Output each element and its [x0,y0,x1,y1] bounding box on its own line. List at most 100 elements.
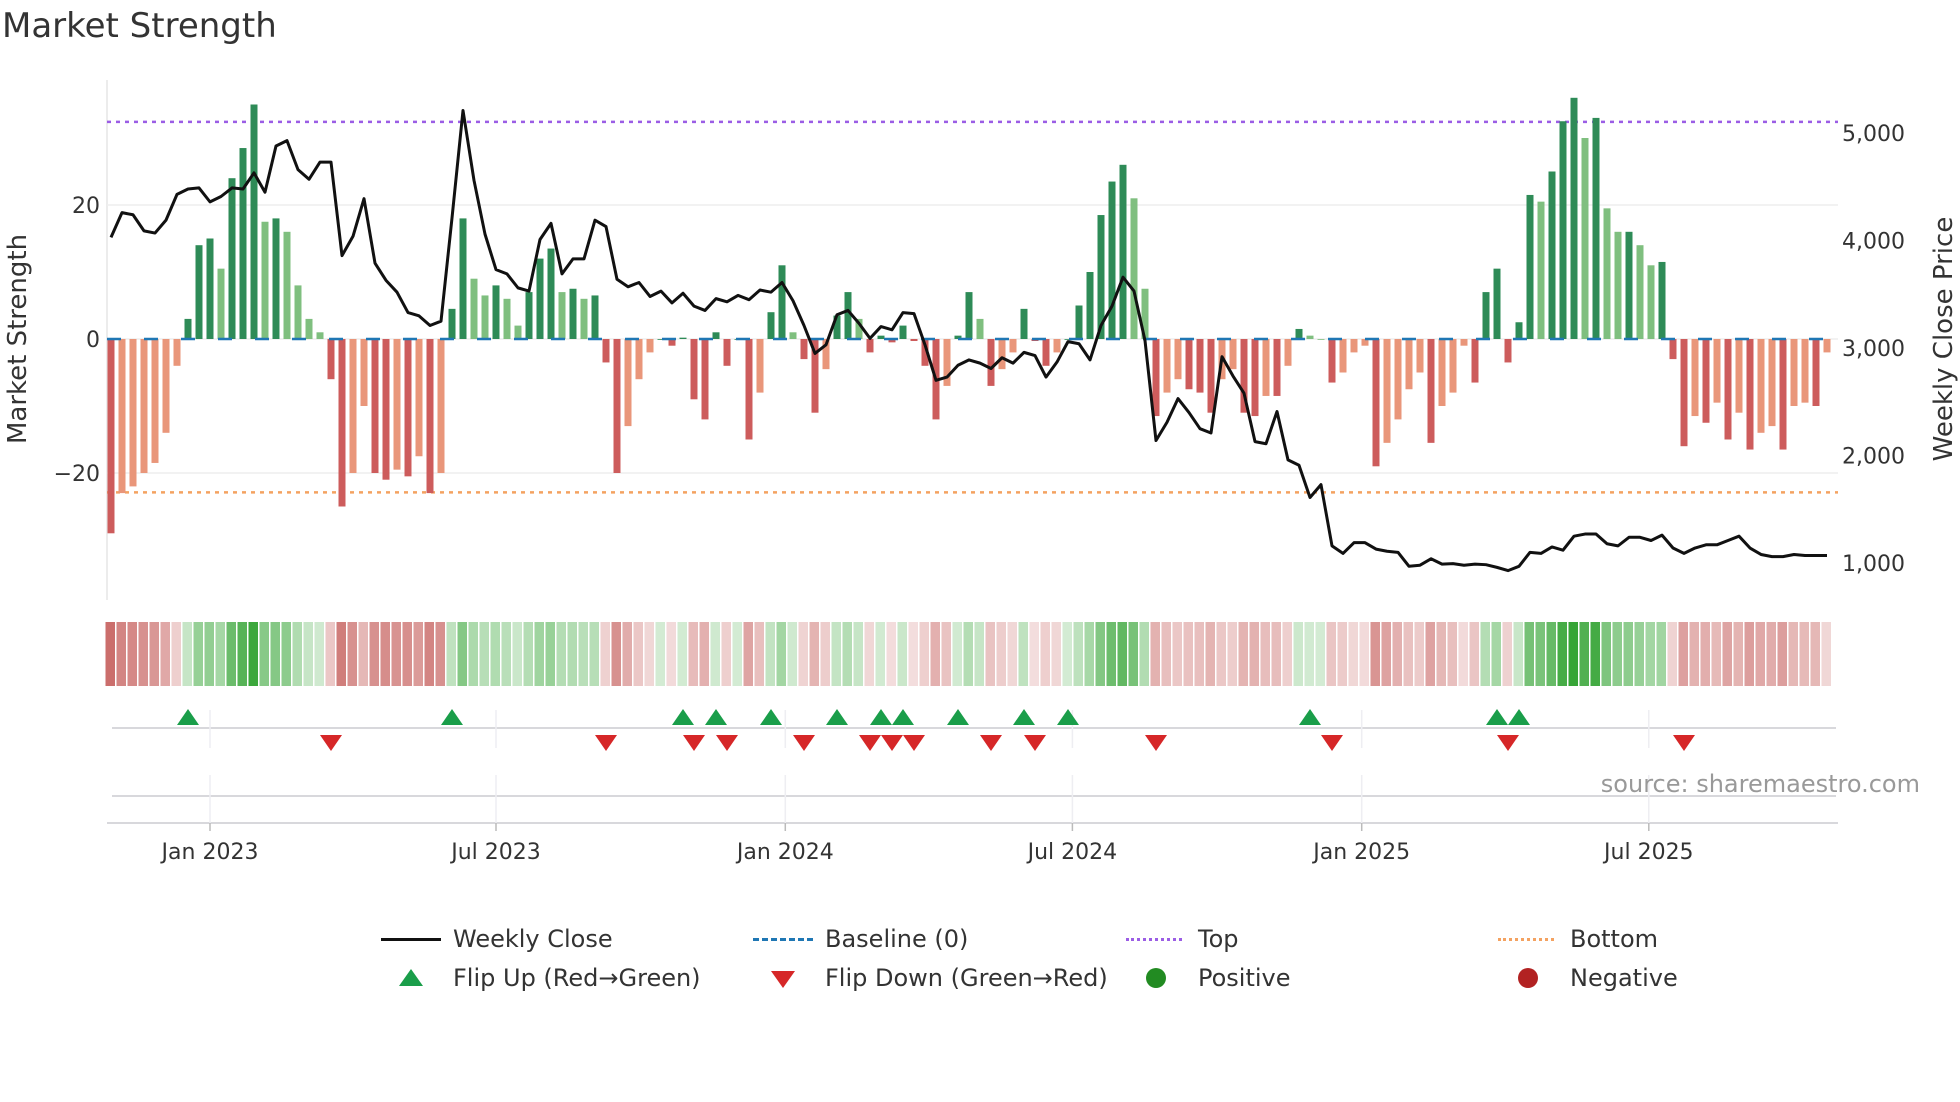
triangle-down-icon [753,968,813,988]
legend-label: Baseline (0) [825,925,969,953]
strength-heat-cell [1744,622,1754,686]
x-tick-label: Jul 2024 [1026,840,1118,865]
strength-heat-cell [1436,622,1446,686]
strength-heat-cell [237,622,247,686]
strength-bar [437,339,445,473]
strength-heat-cell [435,622,445,686]
strength-heat-cell [776,622,786,686]
strength-bar [1746,339,1754,450]
strength-bar [624,339,632,427]
strength-heat-cell [732,622,742,686]
strength-heat-cell [369,622,379,686]
x-tick-label: Jan 2023 [160,840,259,865]
strength-heat-cell [556,622,566,686]
strength-bar [1086,272,1094,339]
strength-bar [107,339,115,534]
strength-heat-cell [1073,622,1083,686]
strength-bar [1383,339,1391,443]
strength-heat-cell [633,622,643,686]
strength-heat-cell [1546,622,1556,686]
strength-bar [272,218,280,339]
strength-heat-cell [1051,622,1061,686]
strength-heat-cell [996,622,1006,686]
strength-heat-cell [1788,622,1798,686]
dotted-line-swatch-icon [1498,929,1558,949]
strength-heat-cell [710,622,720,686]
strength-bar [1163,339,1171,393]
dashed-line-swatch-icon [753,929,813,949]
strength-bar [690,339,698,400]
strength-bar [382,339,390,480]
strength-heat-cell [1667,622,1677,686]
strength-heat-cell [1656,622,1666,686]
strength-bar [305,318,313,339]
strength-heat-cell [490,622,500,686]
strength-heat-cell [1007,622,1017,686]
strength-heat-cell [325,622,335,686]
flip-down-marker [1145,735,1167,751]
flip-down-marker [716,735,738,751]
strength-heat-cell [1601,622,1611,686]
strength-heat-cell [1733,622,1743,686]
strength-bar [1724,339,1732,440]
strength-heat-cell [622,622,632,686]
strength-heat-cell [523,622,533,686]
flip-up-marker [177,709,199,725]
x-tick-label: Jan 2024 [735,840,834,865]
strength-bar [1207,339,1215,413]
x-tick-label: Jul 2023 [449,840,541,865]
strength-bar [162,339,170,433]
strength-heat-cell [787,622,797,686]
strength-heat-cell [721,622,731,686]
legend-label: Flip Down (Green→Red) [825,964,1108,992]
strength-bar [1306,335,1314,339]
flip-up-marker [1057,709,1079,725]
strength-heat-cell [380,622,390,686]
strength-bar [470,278,478,339]
strength-heat-cell [1689,622,1699,686]
flip-up-marker [672,709,694,725]
strength-bar [1185,339,1193,390]
strength-heat-cell [1062,622,1072,686]
y2-tick-label: 3,000 [1842,337,1905,362]
strength-bar [1317,339,1325,340]
strength-bar [1174,339,1182,380]
flip-down-marker [683,735,705,751]
strength-bar [338,339,346,507]
strength-bar [129,339,137,487]
strength-heat-cell [1447,622,1457,686]
strength-bar [723,339,731,366]
strength-bar [1548,171,1556,339]
strength-bar [393,339,401,470]
strength-heat-cell [259,622,269,686]
strength-bar [426,339,434,494]
strength-heat-cell [1084,622,1094,686]
strength-heat-cell [754,622,764,686]
strength-heat-cell [314,622,324,686]
strength-heat-cell [1766,622,1776,686]
strength-bar [591,295,599,339]
strength-bar [580,298,588,339]
strength-bar [294,285,302,339]
strength-bar [1757,339,1765,433]
strength-bar [1592,117,1600,340]
strength-heat-cell [842,622,852,686]
strength-heat-cell [1282,622,1292,686]
legend-baseline: Baseline (0) [753,925,968,953]
strength-heat-cell [501,622,511,686]
strength-heat-cell [1359,622,1369,686]
legend-flip-down: Flip Down (Green→Red) [753,964,1108,992]
flip-down-marker [1024,735,1046,751]
strength-bar [1460,339,1468,346]
strength-bar [1009,339,1017,353]
strength-bar [217,268,225,339]
strength-bar [1020,308,1028,339]
strength-bar [1647,265,1655,339]
strength-heat-cell [215,622,225,686]
flip-up-marker [1508,709,1530,725]
strength-bar [448,308,456,339]
strength-bar [1284,339,1292,366]
strength-bar [1449,339,1457,393]
strength-heat-cell [864,622,874,686]
strength-heat-cell [820,622,830,686]
